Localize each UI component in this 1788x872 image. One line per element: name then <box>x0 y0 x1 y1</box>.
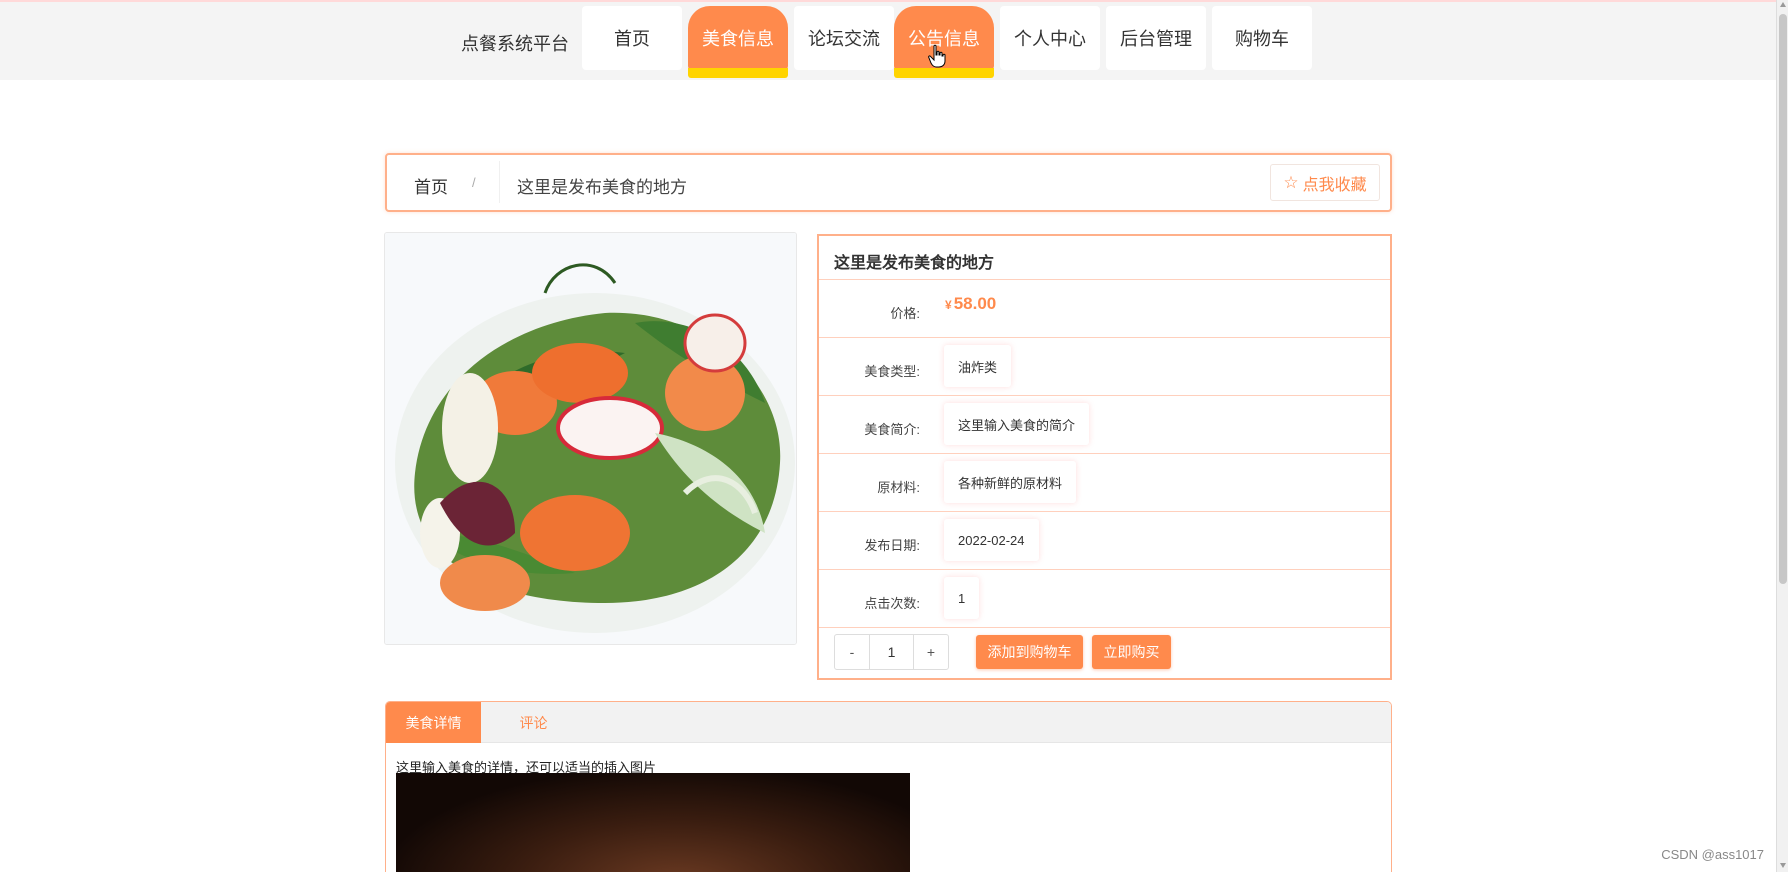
buy-now-button[interactable]: 立即购买 <box>1092 635 1171 669</box>
breadcrumb: 首页 / 这里是发布美食的地方 ☆ 点我收藏 <box>385 153 1392 212</box>
field-row-food-type: 美食类型: 油炸类 <box>819 338 1390 396</box>
detail-tabs-panel: 美食详情 评论 这里输入美食的详情，还可以适当的插入图片 <box>385 701 1392 872</box>
scroll-down-arrow-icon[interactable] <box>1780 863 1786 868</box>
quantity-stepper: - 1 + <box>834 634 949 670</box>
watermark: CSDN @ass1017 <box>1661 847 1764 862</box>
field-row-click-count: 点击次数: 1 <box>819 570 1390 628</box>
nav-food-info[interactable]: 美食信息 <box>688 6 788 78</box>
scroll-thumb[interactable] <box>1779 14 1787 584</box>
price-amount: 58.00 <box>953 294 997 313</box>
quantity-increase-button[interactable]: + <box>914 635 948 669</box>
tabs-bar: 美食详情 评论 <box>386 702 1391 743</box>
purchase-actions: - 1 + 添加到购物车 立即购买 <box>819 628 1390 678</box>
nav-cart[interactable]: 购物车 <box>1212 6 1312 70</box>
nav-admin[interactable]: 后台管理 <box>1106 6 1206 70</box>
food-photo <box>384 232 797 645</box>
hand-cursor-icon <box>928 44 946 68</box>
detail-content-image <box>396 773 910 872</box>
breadcrumb-separator: / <box>472 175 476 190</box>
field-value: 2022-02-24 <box>944 519 1039 561</box>
scroll-up-arrow-icon[interactable] <box>1780 2 1786 7</box>
favorite-button[interactable]: ☆ 点我收藏 <box>1270 164 1380 201</box>
price-value: ¥58.00 <box>945 294 996 314</box>
breadcrumb-divider <box>499 161 500 203</box>
brand-title: 点餐系统平台 <box>461 34 569 54</box>
field-label: 点击次数: <box>864 596 920 611</box>
salmon-salad-image <box>385 233 796 644</box>
nav-home[interactable]: 首页 <box>582 6 682 70</box>
quantity-decrease-button[interactable]: - <box>835 635 869 669</box>
field-label: 美食类型: <box>864 364 920 379</box>
price-row: 价格: ¥58.00 <box>819 280 1390 338</box>
price-label: 价格: <box>890 306 920 321</box>
page-scrollbar[interactable] <box>1776 0 1788 872</box>
product-detail-panel: 这里是发布美食的地方 价格: ¥58.00 美食类型: 油炸类 美食简介: 这里… <box>817 234 1392 680</box>
field-value: 各种新鲜的原材料 <box>944 461 1077 503</box>
star-outline-icon: ☆ <box>1283 172 1299 192</box>
currency-symbol: ¥ <box>945 298 952 312</box>
field-row-publish-date: 发布日期: 2022-02-24 <box>819 512 1390 570</box>
quantity-input[interactable]: 1 <box>869 635 914 669</box>
nav-user-center[interactable]: 个人中心 <box>1000 6 1100 70</box>
field-row-summary: 美食简介: 这里输入美食的简介 <box>819 396 1390 454</box>
product-title: 这里是发布美食的地方 <box>819 236 1390 280</box>
top-nav-bar: 点餐系统平台 首页 美食信息 论坛交流 公告信息 个人中心 后台管理 购物车 <box>0 0 1788 80</box>
field-value: 油炸类 <box>944 345 1012 387</box>
field-row-ingredients: 原材料: 各种新鲜的原材料 <box>819 454 1390 512</box>
breadcrumb-current: 这里是发布美食的地方 <box>517 178 687 197</box>
favorite-label: 点我收藏 <box>1302 176 1367 194</box>
add-to-cart-button[interactable]: 添加到购物车 <box>976 635 1083 669</box>
tab-comments[interactable]: 评论 <box>481 702 586 743</box>
field-label: 美食简介: <box>864 422 920 437</box>
field-label: 原材料: <box>877 480 920 495</box>
nav-forum[interactable]: 论坛交流 <box>794 6 894 70</box>
breadcrumb-home-link[interactable]: 首页 <box>414 173 448 198</box>
tab-food-details[interactable]: 美食详情 <box>386 702 481 743</box>
field-value: 1 <box>944 577 980 619</box>
field-label: 发布日期: <box>864 538 920 553</box>
field-value: 这里输入美食的简介 <box>944 403 1090 445</box>
